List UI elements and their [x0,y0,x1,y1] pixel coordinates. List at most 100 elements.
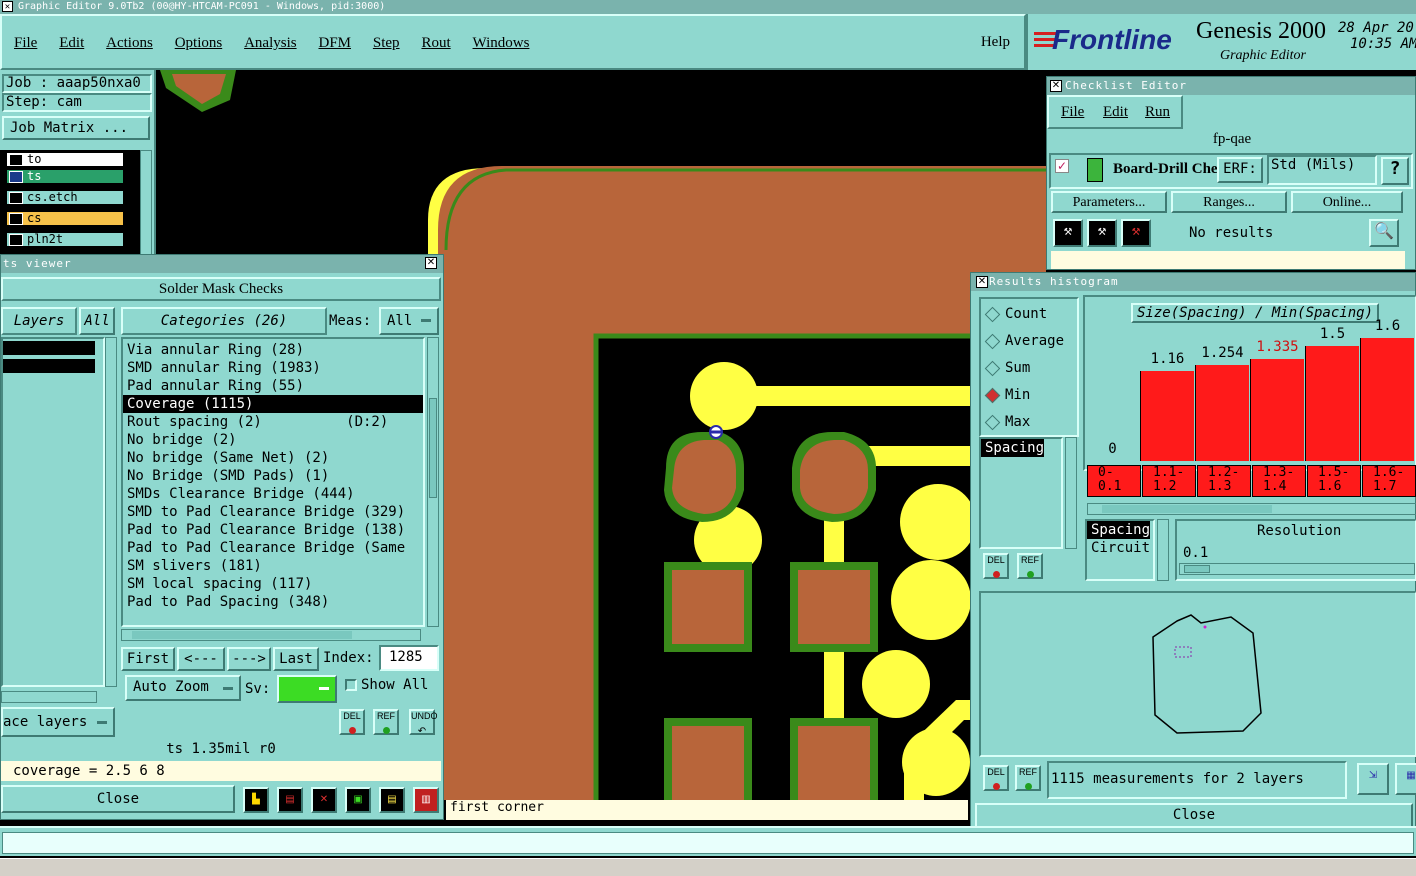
del-button[interactable]: DEL [983,765,1009,791]
layer-row[interactable]: cs [6,211,124,226]
menu-file[interactable]: File [14,35,37,51]
category-item[interactable]: Coverage (1115) [123,395,423,413]
job-matrix-button[interactable]: Job Matrix ... [2,116,150,140]
board-overview[interactable] [979,591,1416,757]
layer-result-row[interactable] [3,359,95,373]
type-list[interactable]: Spacing Circuit [1085,519,1155,581]
close-icon[interactable]: ✕ [2,1,13,12]
notes-icon[interactable]: ▤ [379,787,405,813]
online-button[interactable]: Online... [1291,191,1403,213]
category-item[interactable]: Pad annular Ring (55) [123,377,423,395]
categories-list[interactable]: Via annular Ring (28) SMD annular Ring (1… [121,337,425,627]
first-button[interactable]: First [121,647,175,671]
close-icon[interactable]: ✕ [1050,80,1062,92]
menu-rout[interactable]: Rout [421,35,450,51]
category-item[interactable]: No Bridge (SMD Pads) (1) [123,467,423,485]
parameters-button[interactable]: Parameters... [1051,191,1167,213]
histogram-bar[interactable] [1195,365,1249,461]
close-icon[interactable]: ✕ [425,257,437,269]
menu-file[interactable]: File [1061,104,1084,121]
type-item[interactable]: Circuit [1087,539,1153,557]
category-item[interactable]: Pad to Pad Clearance Bridge (138) [123,521,423,539]
ranges-button[interactable]: Ranges... [1171,191,1287,213]
number-icon[interactable]: ▣ [345,787,371,813]
type-scrollbar[interactable] [1157,519,1169,581]
categories-hscrollbar[interactable] [121,629,421,641]
measure-item[interactable]: Spacing [981,439,1045,457]
sv-color-selector[interactable] [277,675,337,703]
check-icon[interactable]: ✓ [1055,159,1069,173]
menu-analysis[interactable]: Analysis [244,35,297,51]
layer-result-row[interactable] [3,341,95,355]
histogram-icon[interactable]: ▥ [413,787,439,813]
menu-dfm[interactable]: DFM [318,35,351,51]
layers-hscrollbar[interactable] [1,691,97,703]
category-item[interactable]: SMDs Clearance Bridge (444) [123,485,423,503]
layers-all-button[interactable]: All [79,307,115,335]
mode-max[interactable]: Max [981,409,1077,436]
last-button[interactable]: Last [273,647,319,671]
next-button[interactable]: ---> [227,647,271,671]
histogram-scrollbar[interactable] [1087,503,1416,515]
layers-scrollbar[interactable] [105,337,117,687]
erf-field[interactable]: Std (Mils) [1267,155,1377,185]
category-item[interactable]: SM slivers (181) [123,557,423,575]
ref-button[interactable]: REF [1015,765,1041,791]
auto-zoom-dropdown[interactable]: Auto Zoom [125,675,241,701]
run-all-icon[interactable]: ⚒ [1087,219,1117,247]
histogram-bar[interactable] [1250,359,1304,461]
category-item[interactable]: No bridge (2) [123,431,423,449]
layer-row[interactable]: to [6,152,124,167]
mode-min[interactable]: Min [981,382,1077,409]
show-all-checkbox[interactable] [345,679,357,691]
prev-button[interactable]: <--- [177,647,225,671]
surface-layers-dropdown[interactable]: ace layers [1,707,115,737]
del-button[interactable]: DEL [339,709,365,735]
category-item[interactable]: SMD annular Ring (1983) [123,359,423,377]
menu-edit[interactable]: Edit [1103,104,1128,121]
erase-icon[interactable]: ✕ [311,787,337,813]
category-item[interactable]: Rout spacing (2) (D:2) [123,413,423,431]
menu-actions[interactable]: Actions [106,35,153,51]
category-item[interactable]: Via annular Ring (28) [123,341,423,359]
run-icon[interactable]: ⚒ [1053,219,1083,247]
histogram-bar[interactable] [1360,338,1414,461]
mode-sum[interactable]: Sum [981,355,1077,382]
export-icon[interactable]: ⇲ [1357,763,1389,795]
report-icon[interactable]: ▤ [277,787,303,813]
zoom-icon[interactable]: 🔍 [1369,219,1399,247]
viewer-close-button[interactable]: Close [1,785,235,813]
stamp-icon[interactable]: ▙ [243,787,269,813]
histogram-bar[interactable] [1305,346,1359,461]
command-line[interactable] [0,826,1416,856]
mode-average[interactable]: Average [981,328,1077,355]
layer-scrollbar[interactable] [140,150,152,260]
layer-row[interactable]: ts [6,169,124,184]
checklist-item[interactable]: ✓ Board-Drill Che ERF: Std (Mils) ? [1049,153,1413,189]
help-menu[interactable]: Help [981,34,1010,51]
ref-button[interactable]: REF [1017,553,1043,579]
del-button[interactable]: DEL [983,553,1009,579]
chart-icon[interactable]: ▦ [1395,763,1416,795]
menu-windows[interactable]: Windows [473,35,530,51]
menu-edit[interactable]: Edit [59,35,84,51]
measure-scrollbar[interactable] [1065,437,1077,549]
mode-count[interactable]: Count [981,301,1077,328]
index-field[interactable]: 1285 [379,645,439,671]
close-icon[interactable]: ✕ [976,276,988,288]
menu-options[interactable]: Options [175,35,223,51]
category-item[interactable]: SMD to Pad Clearance Bridge (329) [123,503,423,521]
type-item[interactable]: Spacing [1087,521,1151,539]
category-item[interactable]: No bridge (Same Net) (2) [123,449,423,467]
undo-button[interactable]: UNDO ↶ [409,709,438,737]
menu-step[interactable]: Step [373,35,400,51]
category-item[interactable]: Pad to Pad Clearance Bridge (Same [123,539,423,557]
layer-row[interactable]: cs.etch [6,190,124,205]
meas-dropdown[interactable]: All [379,307,439,335]
layers-list[interactable] [1,337,105,687]
run-selected-icon[interactable]: ⚒ [1121,219,1151,247]
menu-run[interactable]: Run [1145,104,1170,121]
ref-button[interactable]: REF [373,709,399,735]
category-item[interactable]: Pad to Pad Spacing (348) [123,593,423,611]
help-button[interactable]: ? [1381,157,1409,185]
